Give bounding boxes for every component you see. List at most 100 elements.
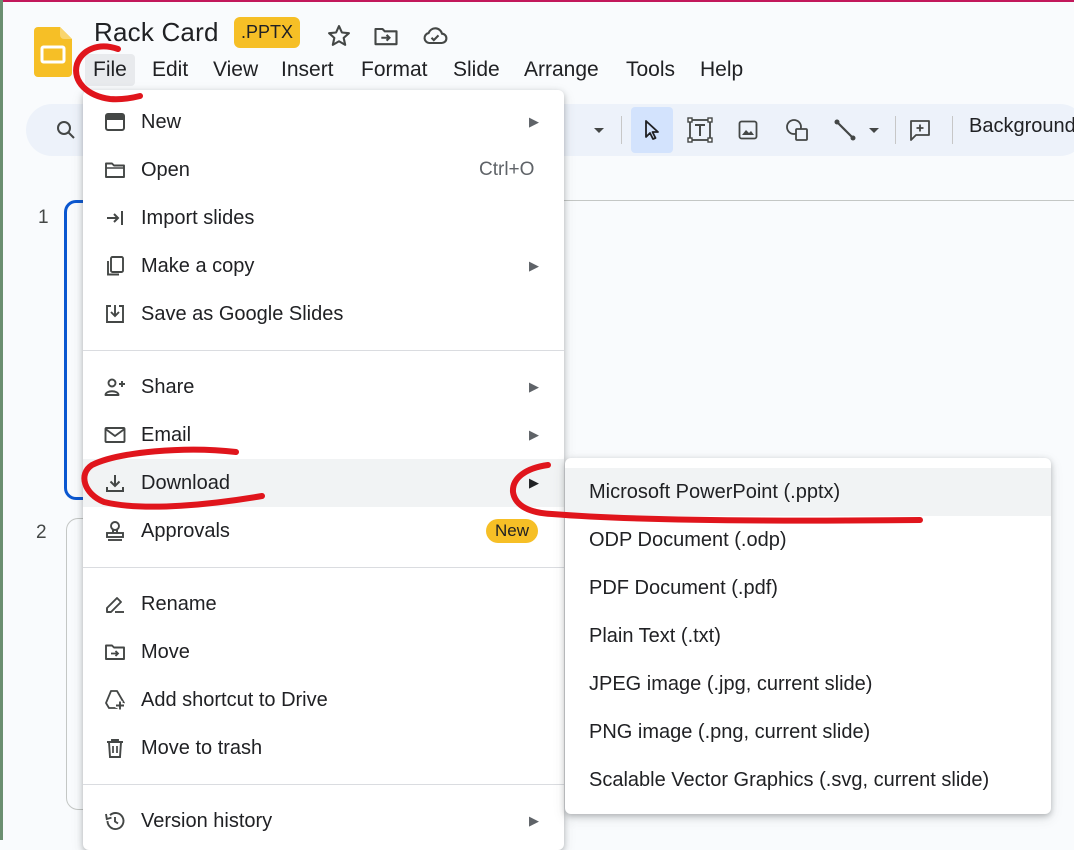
add-shortcut-drive-icon: [105, 690, 125, 710]
line-type-dropdown-button[interactable]: [862, 114, 886, 146]
submenu-arrow-icon: ▶: [529, 475, 539, 490]
shapes-button[interactable]: [781, 114, 813, 146]
download-txt[interactable]: Plain Text (.txt): [565, 612, 1051, 660]
menu-tools[interactable]: Tools: [618, 54, 683, 86]
download-option-label: PNG image (.png, current slide): [589, 721, 871, 743]
download-png[interactable]: PNG image (.png, current slide): [565, 708, 1051, 756]
line-icon: [834, 119, 856, 141]
google-slides-logo-icon[interactable]: [34, 27, 72, 77]
line-button[interactable]: [829, 114, 861, 146]
add-comment-icon: [910, 120, 930, 141]
download-option-label: ODP Document (.odp): [589, 529, 787, 551]
file-menu-label: Move to trash: [141, 737, 263, 759]
star-icon[interactable]: [325, 22, 353, 50]
trash-icon: [107, 739, 123, 758]
text-box-button[interactable]: [684, 114, 716, 146]
save-icon: [106, 305, 124, 323]
download-option-label: Microsoft PowerPoint (.pptx): [589, 481, 841, 503]
toolbar-divider: [895, 116, 896, 144]
file-menu-label: Download: [141, 472, 230, 494]
search-menus-button[interactable]: [50, 114, 82, 146]
insert-image-button[interactable]: [732, 114, 764, 146]
submenu-arrow-icon: ▶: [529, 813, 539, 828]
menu-format[interactable]: Format: [353, 54, 436, 86]
canvas-top-border: [563, 200, 1074, 201]
download-jpeg[interactable]: JPEG image (.jpg, current slide): [565, 660, 1051, 708]
import-icon: [107, 211, 123, 225]
rename-icon: [106, 597, 124, 613]
toolbar-divider: [952, 116, 953, 144]
search-icon: [57, 121, 75, 139]
menu-slide[interactable]: Slide: [445, 54, 508, 86]
download-option-label: Plain Text (.txt): [589, 625, 721, 647]
select-tool-button[interactable]: [631, 107, 673, 153]
download-pptx[interactable]: Microsoft PowerPoint (.pptx): [565, 468, 1051, 516]
file-menu-save-as-google-slides[interactable]: Save as Google Slides: [83, 290, 564, 338]
menu-divider: [83, 350, 564, 351]
file-menu-share[interactable]: Share ▶: [83, 363, 564, 411]
slide-number-2: 2: [36, 522, 47, 543]
file-menu-open[interactable]: Open Ctrl+O: [83, 146, 564, 194]
submenu-arrow-icon: ▶: [529, 114, 539, 129]
toolbar-divider: [621, 116, 622, 144]
menu-insert[interactable]: Insert: [273, 54, 342, 86]
share-person-icon: [104, 378, 125, 396]
file-menu-label: Share: [141, 376, 195, 398]
download-odp[interactable]: ODP Document (.odp): [565, 516, 1051, 564]
file-menu-download[interactable]: Download ▶: [83, 459, 564, 507]
slide-number-1: 1: [38, 207, 49, 228]
window-top-border: [0, 0, 1074, 2]
submenu-arrow-icon: ▶: [529, 258, 539, 273]
menu-arrange[interactable]: Arrange: [516, 54, 607, 86]
toolbar-dropdown-button[interactable]: [583, 114, 615, 146]
dropdown-arrow-icon: [594, 128, 604, 133]
background-button[interactable]: Background: [969, 115, 1074, 138]
add-comment-button[interactable]: [904, 114, 936, 146]
email-icon: [104, 427, 126, 443]
menu-edit[interactable]: Edit: [144, 54, 196, 86]
history-icon: [105, 812, 125, 830]
file-menu-label: Open: [141, 159, 190, 181]
file-menu-move[interactable]: Move: [83, 628, 564, 676]
file-menu-label: Approvals: [141, 520, 230, 542]
file-menu-new[interactable]: New ▶: [83, 98, 564, 146]
menu-divider: [83, 567, 564, 568]
move-folder-icon: [105, 644, 125, 660]
line-dropdown-icon: [869, 128, 879, 133]
download-option-label: Scalable Vector Graphics (.svg, current …: [589, 769, 990, 791]
file-menu-rename[interactable]: Rename: [83, 580, 564, 628]
select-cursor-icon: [645, 120, 659, 140]
download-pdf[interactable]: PDF Document (.pdf): [565, 564, 1051, 612]
menu-view[interactable]: View: [205, 54, 266, 86]
keyboard-shortcut: Ctrl+O: [479, 159, 535, 180]
cloud-saved-icon[interactable]: [421, 22, 449, 50]
image-icon: [738, 120, 758, 140]
file-menu-add-shortcut-to-drive[interactable]: Add shortcut to Drive: [83, 676, 564, 724]
file-menu-label: Import slides: [141, 207, 255, 229]
copy-icon: [107, 256, 124, 276]
file-menu-make-a-copy[interactable]: Make a copy ▶: [83, 242, 564, 290]
file-menu-label: Make a copy: [141, 255, 255, 277]
download-svg[interactable]: Scalable Vector Graphics (.svg, current …: [565, 756, 1051, 804]
submenu-arrow-icon: ▶: [529, 427, 539, 442]
file-menu-email[interactable]: Email ▶: [83, 411, 564, 459]
document-title[interactable]: Rack Card: [94, 17, 219, 48]
download-submenu: Microsoft PowerPoint (.pptx) ODP Documen…: [565, 458, 1051, 814]
menu-help[interactable]: Help: [692, 54, 751, 86]
file-menu-label: Move: [141, 641, 190, 663]
file-menu-label: New: [141, 111, 182, 133]
file-format-badge: .PPTX: [234, 17, 301, 48]
file-menu-move-to-trash[interactable]: Move to trash: [83, 724, 564, 772]
text-box-icon: [687, 117, 713, 143]
file-menu-import-slides[interactable]: Import slides: [83, 194, 564, 242]
download-option-label: JPEG image (.jpg, current slide): [589, 673, 873, 695]
menu-divider: [83, 784, 564, 785]
menu-file[interactable]: File: [85, 54, 135, 86]
window-left-edge: [0, 0, 3, 840]
file-menu-version-history[interactable]: Version history ▶: [83, 797, 564, 845]
file-menu-label: Add shortcut to Drive: [141, 689, 328, 711]
file-menu-approvals[interactable]: Approvals New: [83, 507, 564, 555]
move-to-folder-icon[interactable]: [372, 22, 400, 50]
shapes-icon: [786, 119, 808, 141]
submenu-arrow-icon: ▶: [529, 379, 539, 394]
